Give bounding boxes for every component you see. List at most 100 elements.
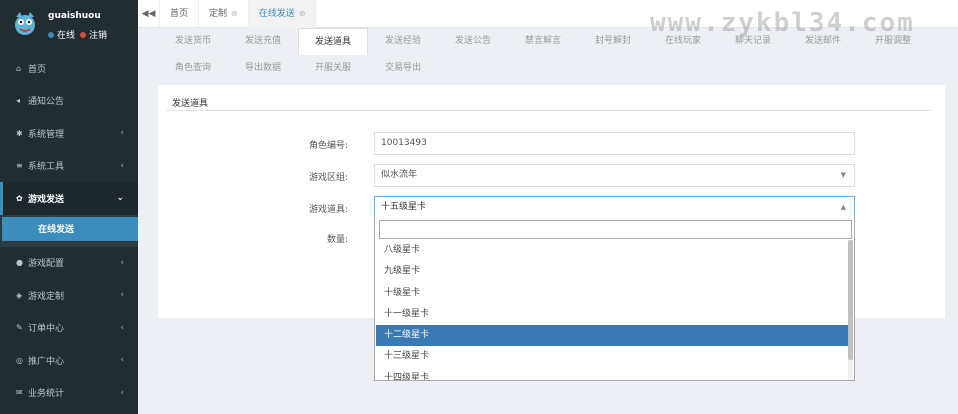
tab-send-item[interactable]: 发送道具 — [298, 28, 368, 55]
zone-label: 游戏区组: — [308, 173, 348, 183]
tab-role-query[interactable]: 角色查询 — [158, 55, 228, 82]
dropdown-option[interactable]: 十级星卡 — [376, 283, 849, 304]
logout-dot-icon[interactable] — [80, 31, 87, 38]
quantity-label: 数量: — [326, 235, 348, 245]
tab-send-announce[interactable]: 发送公告 — [438, 28, 508, 55]
envelope-icon: ✉ — [16, 388, 23, 398]
tab-label: 定制 — [209, 8, 228, 19]
function-tabs: 发送货币 发送充值 发送道具 发送经验 发送公告 禁言解言 封号解封 在线玩家 … — [158, 28, 948, 82]
tab-online-send[interactable]: 在线发送 ⊗ — [248, 0, 317, 28]
function-tabs-row-1: 发送货币 发送充值 发送道具 发送经验 发送公告 禁言解言 封号解封 在线玩家 … — [158, 28, 948, 55]
sidebar-item-game-custom[interactable]: ◈ 游戏定制 ‹ — [0, 279, 138, 312]
sidebar-item-game-config[interactable]: ● 游戏配置 ‹ — [0, 247, 138, 280]
sidebar-item-notice[interactable]: ◂ 通知公告 — [0, 85, 138, 118]
sidebar-item-label: 首页 — [28, 64, 47, 75]
user-status: 在线 注销 — [48, 28, 107, 41]
tab-online-players[interactable]: 在线玩家 — [648, 28, 718, 55]
eye-icon: ◎ — [16, 355, 23, 365]
chevron-left-icon: ‹ — [120, 355, 124, 366]
chevron-left-icon: ‹ — [120, 160, 124, 171]
sidebar-submenu: 在线发送 — [0, 214, 138, 247]
chevron-left-icon: ‹ — [120, 322, 124, 333]
dropdown-option[interactable]: 九级星卡 — [376, 261, 849, 282]
item-value: 十五级星卡 — [381, 202, 427, 212]
tab-server-adjust[interactable]: 开服调整 — [858, 28, 928, 55]
tab-back-button[interactable]: ◀◀ — [138, 0, 160, 28]
dropdown-search-input[interactable] — [379, 220, 852, 239]
dropdown-scrollbar[interactable] — [848, 240, 853, 380]
home-icon: ⌂ — [16, 63, 22, 73]
item-select[interactable]: 十五级星卡 ▲ — [374, 196, 855, 219]
chevron-left-icon: ‹ — [120, 290, 124, 301]
caret-down-icon: ▼ — [840, 171, 846, 179]
tab-export-data[interactable]: 导出数据 — [228, 55, 298, 82]
sidebar-item-label: 业务统计 — [28, 389, 65, 400]
online-status: 在线 — [57, 31, 76, 41]
sidebar-item-system-tools[interactable]: ≡ 系统工具 ‹ — [0, 150, 138, 183]
online-dot-icon — [48, 31, 54, 38]
chevron-left-icon: ‹ — [120, 387, 124, 398]
panel-divider — [166, 110, 931, 111]
sidebar-item-label: 推广中心 — [28, 356, 65, 367]
dropdown-option[interactable]: 十三级星卡 — [376, 346, 849, 367]
dropdown-option-selected[interactable]: 十二级星卡 — [376, 325, 849, 347]
tab-custom[interactable]: 定制 ⊗ — [199, 0, 249, 28]
sidebar-item-label: 系统工具 — [28, 162, 65, 173]
dropdown-options: 八级星卡 九级星卡 十级星卡 十一级星卡 十二级星卡 十三级星卡 十四级星卡 — [376, 240, 849, 380]
bullhorn-icon: ◂ — [16, 96, 21, 106]
sidebar-item-label: 通知公告 — [28, 97, 65, 108]
close-icon[interactable]: ⊗ — [231, 0, 238, 28]
tab-send-recharge[interactable]: 发送充值 — [228, 28, 298, 55]
tab-send-exp[interactable]: 发送经验 — [368, 28, 438, 55]
dropdown-option[interactable]: 八级星卡 — [376, 240, 849, 261]
role-id-label: 角色编号: — [308, 141, 348, 151]
caret-up-icon: ▲ — [840, 203, 846, 211]
sidebar-menu: ⌂ 首页 ◂ 通知公告 ✱ 系统管理 ‹ ≡ 系统工具 ‹ ✿ 游戏发送 ⌄ 在… — [0, 52, 138, 409]
tab-home[interactable]: 首页 — [160, 0, 200, 28]
sidebar-item-system-manage[interactable]: ✱ 系统管理 ‹ — [0, 117, 138, 150]
scrollbar-thumb[interactable] — [848, 240, 853, 360]
tab-send-currency[interactable]: 发送货币 — [158, 28, 228, 55]
item-dropdown: 八级星卡 九级星卡 十级星卡 十一级星卡 十二级星卡 十三级星卡 十四级星卡 — [374, 218, 855, 381]
shield-icon: ◈ — [16, 290, 23, 300]
sidebar-item-statistics[interactable]: ✉ 业务统计 ‹ — [0, 377, 138, 410]
bars-icon: ≡ — [16, 161, 23, 171]
chevron-left-icon: ‹ — [120, 257, 124, 268]
sidebar-item-orders[interactable]: ✎ 订单中心 ‹ — [0, 312, 138, 345]
sidebar-item-home[interactable]: ⌂ 首页 — [0, 52, 138, 85]
tab-ban[interactable]: 封号解封 — [578, 28, 648, 55]
gear-icon: ✱ — [16, 128, 23, 138]
tab-label: 在线发送 — [258, 8, 295, 19]
logout-link[interactable]: 注销 — [89, 28, 107, 41]
tab-trade-export[interactable]: 交易导出 — [368, 55, 438, 82]
item-label: 游戏道具: — [308, 205, 348, 215]
sidebar-subitem-online-send[interactable]: 在线发送 — [2, 216, 138, 241]
sidebar-item-label: 游戏发送 — [28, 194, 65, 205]
role-id-input[interactable]: 10013493 — [374, 132, 855, 155]
sidebar-item-game-send[interactable]: ✿ 游戏发送 ⌄ — [0, 182, 138, 215]
function-tabs-row-2: 角色查询 导出数据 开服关服 交易导出 — [158, 55, 948, 82]
user-panel: guaishuou 在线 注销 — [0, 0, 138, 50]
panel-title: 发送道具 — [172, 99, 209, 109]
zone-value: 似水流年 — [381, 170, 418, 180]
zone-select[interactable]: 似水流年 ▼ — [374, 164, 855, 187]
sidebar-item-label: 游戏定制 — [28, 291, 65, 302]
tab-send-mail[interactable]: 发送邮件 — [788, 28, 858, 55]
sidebar-item-label: 订单中心 — [28, 324, 65, 335]
tab-server-toggle[interactable]: 开服关服 — [298, 55, 368, 82]
sidebar-item-label: 系统管理 — [28, 129, 65, 140]
sidebar-item-promotion[interactable]: ◎ 推广中心 ‹ — [0, 344, 138, 377]
close-icon[interactable]: ⊗ — [299, 0, 306, 28]
chevron-left-icon: ‹ — [120, 128, 124, 139]
tab-chat-log[interactable]: 聊天记录 — [718, 28, 788, 55]
tab-mute[interactable]: 禁言解言 — [508, 28, 578, 55]
pencil-icon: ✎ — [16, 323, 23, 333]
dropdown-option[interactable]: 十四级星卡 — [376, 368, 849, 380]
sidebar: guaishuou 在线 注销 ⌂ 首页 ◂ 通知公告 ✱ 系统管理 ‹ ≡ 系… — [0, 0, 138, 414]
role-id-value: 10013493 — [381, 138, 427, 148]
car-icon: ● — [16, 258, 23, 268]
user-name: guaishuou — [48, 11, 101, 21]
game-send-icon: ✿ — [16, 193, 23, 203]
sidebar-item-label: 游戏配置 — [28, 259, 65, 270]
dropdown-option[interactable]: 十一级星卡 — [376, 304, 849, 325]
